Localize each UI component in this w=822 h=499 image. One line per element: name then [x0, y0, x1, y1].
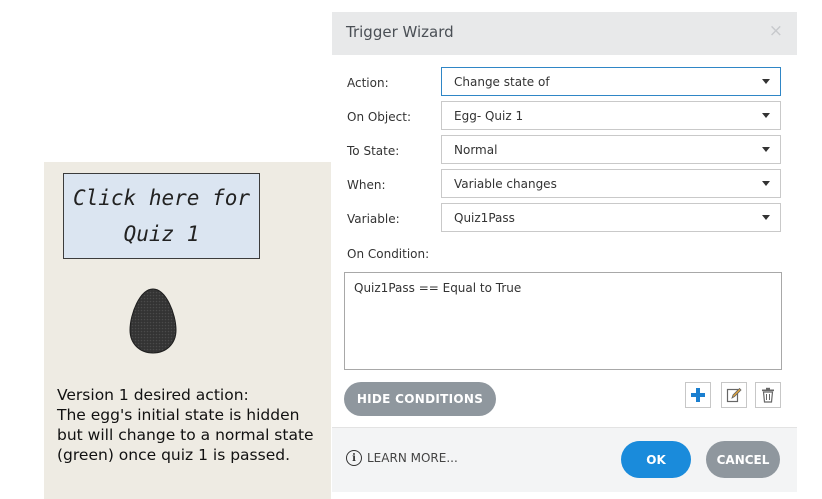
- hide-conditions-button[interactable]: HIDE CONDITIONS: [344, 382, 496, 416]
- variable-value: Quiz1Pass: [454, 211, 515, 225]
- action-dropdown[interactable]: Change state of: [441, 67, 781, 96]
- dialog-footer: i LEARN MORE... OK CANCEL: [332, 427, 797, 492]
- edit-icon: [726, 387, 742, 403]
- to-state-value: Normal: [454, 143, 498, 157]
- when-label: When:: [347, 178, 386, 192]
- egg-quiz-1-object[interactable]: [128, 288, 178, 354]
- chevron-down-icon: [762, 113, 770, 118]
- chevron-down-icon: [762, 147, 770, 152]
- quiz-1-button[interactable]: Click here for Quiz 1: [63, 173, 260, 259]
- quiz-button-line-1: Click here for: [72, 186, 250, 210]
- add-condition-button[interactable]: [685, 382, 711, 408]
- variable-label: Variable:: [347, 212, 400, 226]
- dialog-header: Trigger Wizard ×: [332, 12, 797, 55]
- learn-more-label: LEARN MORE...: [367, 451, 458, 465]
- plus-icon: [691, 388, 705, 402]
- cancel-button[interactable]: CANCEL: [706, 441, 780, 478]
- condition-item[interactable]: Quiz1Pass == Equal to True: [354, 281, 521, 295]
- when-dropdown[interactable]: Variable changes: [441, 169, 781, 198]
- description-line: The egg's initial state is hidden: [57, 406, 300, 424]
- action-value: Change state of: [454, 75, 550, 89]
- trash-icon: [762, 387, 774, 403]
- delete-condition-button[interactable]: [755, 382, 781, 408]
- close-icon[interactable]: ×: [769, 21, 783, 41]
- to-state-dropdown[interactable]: Normal: [441, 135, 781, 164]
- edit-condition-button[interactable]: [721, 382, 747, 408]
- description-line: but will change to a normal state: [57, 426, 314, 444]
- chevron-down-icon: [762, 215, 770, 220]
- dialog-title: Trigger Wizard: [346, 23, 454, 41]
- on-object-label: On Object:: [347, 110, 411, 124]
- to-state-label: To State:: [347, 144, 400, 158]
- variable-dropdown[interactable]: Quiz1Pass: [441, 203, 781, 232]
- learn-more-link[interactable]: i LEARN MORE...: [346, 450, 458, 466]
- ok-button[interactable]: OK: [621, 441, 691, 478]
- action-label: Action:: [347, 76, 389, 90]
- chevron-down-icon: [762, 79, 770, 84]
- trigger-wizard-dialog: Trigger Wizard × Action: Change state of…: [332, 12, 797, 492]
- when-value: Variable changes: [454, 177, 557, 191]
- info-icon: i: [346, 450, 362, 466]
- quiz-button-line-2: Quiz 1: [123, 222, 200, 246]
- slide-description: Version 1 desired action: The egg's init…: [57, 385, 329, 465]
- description-line: (green) once quiz 1 is passed.: [57, 446, 290, 464]
- slide-canvas: Click here for Quiz 1 Version 1 desired …: [44, 162, 331, 499]
- on-object-value: Egg- Quiz 1: [454, 109, 524, 123]
- on-object-dropdown[interactable]: Egg- Quiz 1: [441, 101, 781, 130]
- condition-list[interactable]: Quiz1Pass == Equal to True: [344, 272, 782, 370]
- chevron-down-icon: [762, 181, 770, 186]
- description-line: Version 1 desired action:: [57, 386, 249, 404]
- on-condition-label: On Condition:: [347, 247, 430, 261]
